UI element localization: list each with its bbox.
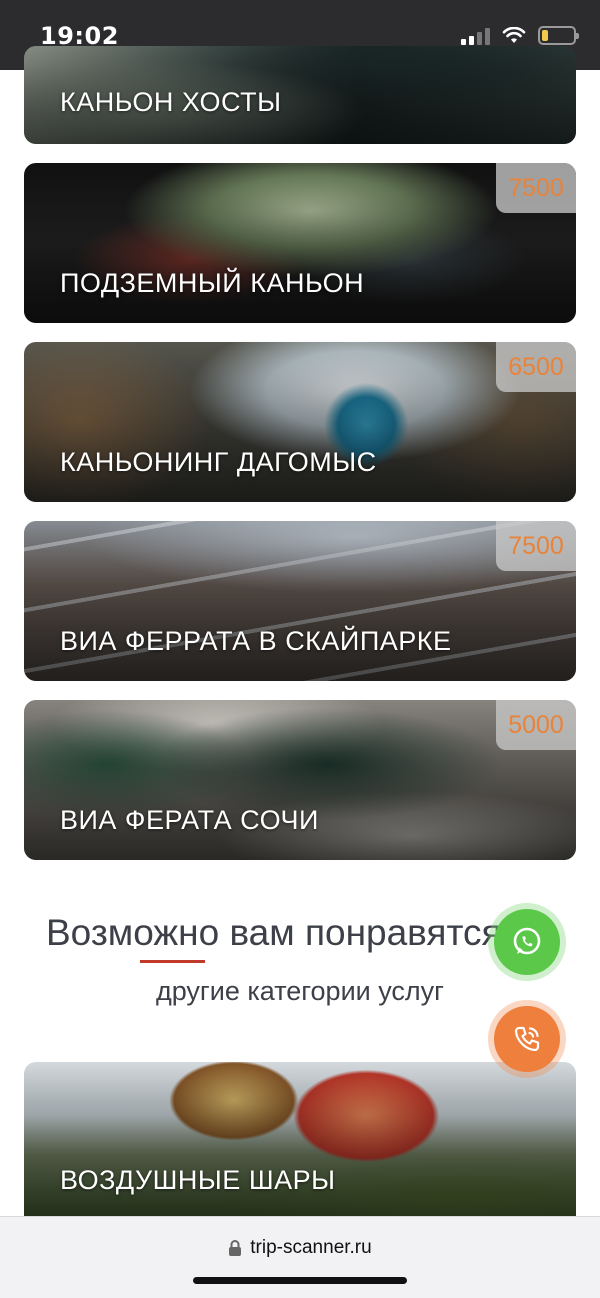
tour-title: КАНЬОНИНГ ДАГОМЫС — [60, 447, 377, 477]
address-bar[interactable]: trip-scanner.ru — [0, 1237, 600, 1259]
phone-icon — [514, 1026, 540, 1052]
tour-card-via-ferrata-sochi[interactable]: 5000 ВИА ФЕРАТА СОЧИ — [24, 700, 576, 860]
wifi-icon — [502, 26, 526, 43]
price-badge: 5000 — [496, 700, 576, 750]
whatsapp-icon — [513, 927, 541, 955]
battery-icon — [538, 26, 579, 45]
price-badge: 6500 — [496, 342, 576, 392]
category-title: ВОЗДУШНЫЕ ШАРЫ — [60, 1165, 336, 1195]
phone-button[interactable] — [488, 1000, 566, 1078]
lock-icon — [229, 1240, 242, 1256]
whatsapp-button[interactable] — [488, 903, 566, 981]
tour-card-hosta[interactable]: КАНЬОН ХОСТЫ — [24, 46, 576, 144]
section-subheading: другие категории услуг — [155, 976, 445, 1006]
status-icons — [461, 26, 579, 45]
price-badge: 7500 — [496, 163, 576, 213]
heading-underline — [140, 960, 205, 963]
price-badge: 7500 — [496, 521, 576, 571]
category-card-balloons[interactable]: ВОЗДУШНЫЕ ШАРЫ — [24, 1062, 576, 1216]
tour-card-via-ferrata-skypark[interactable]: 7500 ВИА ФЕРРАТА В СКАЙПАРКЕ — [24, 521, 576, 681]
browser-bar: trip-scanner.ru — [0, 1216, 600, 1298]
tour-title: ПОДЗЕМНЫЙ КАНЬОН — [60, 268, 365, 298]
tour-card-underground-canyon[interactable]: 7500 ПОДЗЕМНЫЙ КАНЬОН — [24, 163, 576, 323]
tour-title: КАНЬОН ХОСТЫ — [60, 87, 282, 117]
url-text: trip-scanner.ru — [250, 1237, 372, 1258]
tour-title: ВИА ФЕРАТА СОЧИ — [60, 805, 319, 835]
signal-icon — [461, 27, 490, 45]
home-indicator — [193, 1277, 407, 1284]
tour-card-dagomys[interactable]: 6500 КАНЬОНИНГ ДАГОМЫС — [24, 342, 576, 502]
tour-title: ВИА ФЕРРАТА В СКАЙПАРКЕ — [60, 626, 452, 656]
